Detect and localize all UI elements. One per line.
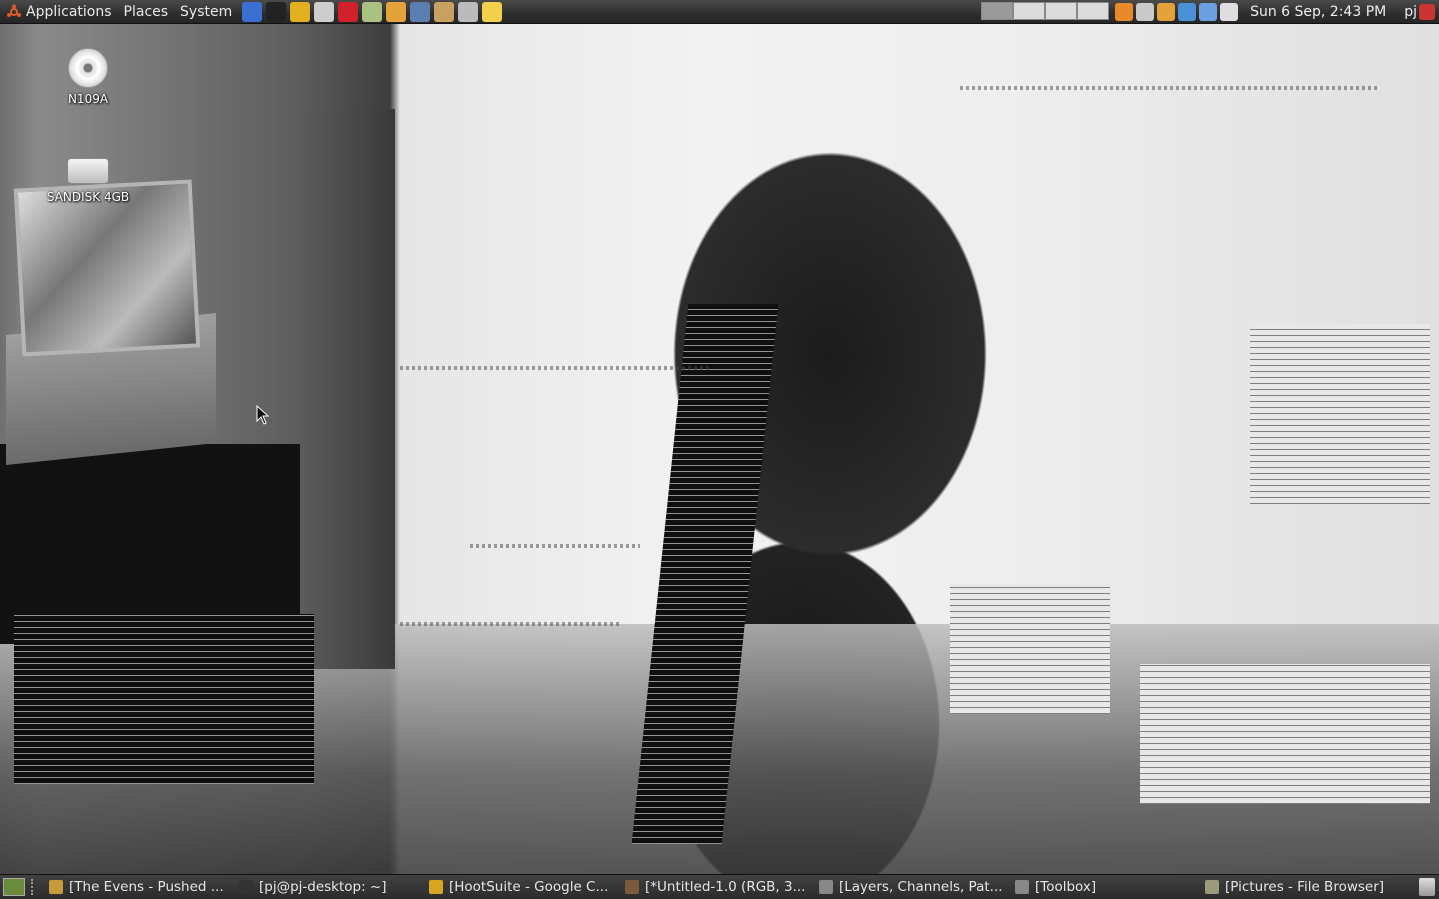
wallpaper-artwork — [13, 179, 201, 357]
taskbar-button[interactable]: [Layers, Channels, Pat... — [813, 876, 1009, 898]
taskbar-button-label: [pj@pj-desktop: ~] — [259, 879, 387, 895]
arch-icon[interactable] — [242, 1, 263, 22]
show-desktop-button[interactable] — [3, 878, 25, 896]
taskbar-button[interactable]: [Toolbox] — [1009, 876, 1199, 898]
workspace-3[interactable] — [1045, 2, 1078, 20]
taskbar-button-label: [Layers, Channels, Pat... — [839, 879, 1003, 895]
file-manager-icon[interactable] — [386, 1, 407, 22]
notes-icon[interactable] — [482, 1, 503, 22]
desktop-icon-sandisk[interactable]: SANDISK 4GB — [38, 152, 138, 204]
gimp-toolbox-icon — [1015, 880, 1029, 894]
menu-applications-label: Applications — [26, 3, 112, 20]
user-menu[interactable]: pj — [1404, 4, 1417, 20]
wallpaper-script-patch — [14, 614, 314, 784]
menu-places[interactable]: Places — [118, 0, 175, 24]
workspace-switcher[interactable] — [981, 2, 1110, 22]
taskbar-button-label: [Toolbox] — [1035, 879, 1097, 895]
taskbar-button-label: [*Untitled-1.0 (RGB, 3... — [645, 879, 806, 895]
screenshot-icon[interactable] — [458, 1, 479, 22]
desktop-icon-label: N109A — [67, 92, 109, 106]
wallpaper-script-line — [470, 544, 640, 548]
clock[interactable]: Sun 6 Sep, 2:43 PM — [1250, 4, 1386, 20]
workspace-1[interactable] — [981, 2, 1014, 20]
taskbar-button[interactable]: [*Untitled-1.0 (RGB, 3... — [619, 876, 813, 898]
gimp-dock-icon — [819, 880, 833, 894]
panel-right: Sun 6 Sep, 2:43 PM pj — [981, 0, 1439, 24]
wallpaper-script-line — [400, 622, 620, 626]
shutdown-icon[interactable] — [1419, 4, 1435, 20]
launcher-bar — [242, 1, 503, 22]
dropbox-icon[interactable] — [1178, 3, 1197, 21]
notification-area — [1115, 3, 1239, 21]
workspace-2[interactable] — [1013, 2, 1046, 20]
messenger-icon[interactable] — [362, 1, 383, 22]
terminal-icon[interactable] — [266, 1, 287, 22]
desktop[interactable]: N109A SANDISK 4GB — [0, 24, 1439, 874]
wallpaper-script-wall — [1250, 324, 1430, 504]
desktop-icon-label: SANDISK 4GB — [46, 190, 130, 204]
taskbar-button[interactable]: [HootSuite - Google C... — [423, 876, 619, 898]
cd-disc-icon — [68, 48, 108, 88]
main-menu: Applications Places System — [0, 0, 238, 24]
menu-applications[interactable]: Applications — [0, 0, 118, 24]
taskbar-button[interactable]: [The Evens - Pushed ... — [43, 876, 233, 898]
wallpaper-panel — [300, 109, 395, 669]
wallpaper-script-line — [400, 366, 710, 370]
workspace-4[interactable] — [1077, 2, 1110, 20]
panel-handle[interactable] — [31, 879, 37, 895]
update-icon[interactable] — [1115, 3, 1134, 21]
usb-drive-icon — [67, 158, 109, 184]
taskbar-button-label: [The Evens - Pushed ... — [69, 879, 224, 895]
wallpaper-script-floor — [1140, 664, 1430, 804]
gimp-icon — [625, 880, 639, 894]
volume-icon[interactable] — [1220, 3, 1239, 21]
taskbar-button[interactable]: [Pictures - File Browser] — [1199, 876, 1409, 898]
ubuntu-logo-icon — [6, 4, 22, 20]
signal-icon[interactable] — [1199, 3, 1218, 21]
trash-icon[interactable] — [1419, 878, 1435, 896]
taskbar-button-label: [HootSuite - Google C... — [449, 879, 609, 895]
terminal-icon — [239, 880, 253, 894]
download-icon[interactable] — [1136, 3, 1155, 21]
chrome-icon[interactable] — [290, 1, 311, 22]
m-app-icon[interactable] — [338, 1, 359, 22]
folder-icon[interactable] — [1157, 3, 1176, 21]
wallpaper-script-floor-2 — [950, 584, 1110, 714]
folder-icon — [49, 880, 63, 894]
desktop-icon-n109a[interactable]: N109A — [38, 48, 138, 106]
file-browser-icon — [1205, 880, 1219, 894]
top-panel: Applications Places System Sun 6 Sep, 2:… — [0, 0, 1439, 24]
gimp-icon[interactable] — [434, 1, 455, 22]
taskbar-button-label: [Pictures - File Browser] — [1225, 879, 1385, 895]
chrome-icon — [429, 880, 443, 894]
window-list: [The Evens - Pushed ... [pj@pj-desktop: ~… — [43, 876, 1439, 898]
bottom-panel: [The Evens - Pushed ... [pj@pj-desktop: ~… — [0, 874, 1439, 899]
inkscape-icon[interactable] — [314, 1, 335, 22]
menu-system[interactable]: System — [174, 0, 238, 24]
network-icon[interactable] — [410, 1, 431, 22]
wallpaper-script-line — [960, 86, 1380, 90]
taskbar-button[interactable]: [pj@pj-desktop: ~] — [233, 876, 423, 898]
